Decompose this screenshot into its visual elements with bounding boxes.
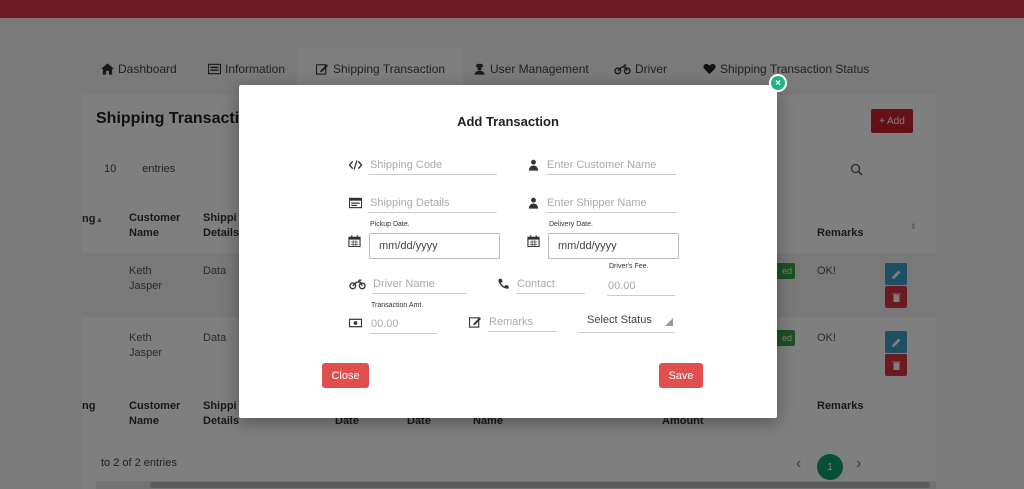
transaction-amount-input[interactable] <box>370 314 437 334</box>
drivers-fee-input[interactable] <box>607 276 675 296</box>
transaction-amt-label: Transaction Amt. <box>371 302 424 309</box>
motorcycle-icon <box>348 278 366 290</box>
shipping-code-input[interactable] <box>369 155 497 175</box>
calendar-icon <box>526 235 540 247</box>
save-button[interactable]: Save <box>659 363 703 388</box>
code-icon <box>348 159 362 171</box>
shipping-details-input[interactable] <box>369 193 497 213</box>
contact-input[interactable] <box>516 274 585 294</box>
close-button[interactable]: Close <box>322 363 369 388</box>
status-select[interactable]: Select Status <box>578 311 675 333</box>
customer-name-input[interactable] <box>546 155 676 175</box>
delivery-date-input[interactable]: mm/dd/yyyy <box>548 233 679 259</box>
id-card-icon <box>348 197 362 209</box>
user-icon <box>526 197 540 209</box>
modal-title: Add Transaction <box>457 114 559 129</box>
driver-name-input[interactable] <box>372 274 467 294</box>
calendar-icon <box>347 235 361 247</box>
phone-icon <box>496 278 510 290</box>
status-select-value: Select Status <box>587 314 652 326</box>
remarks-input[interactable] <box>488 312 556 332</box>
close-icon[interactable]: × <box>769 74 787 92</box>
select-caret-icon <box>665 318 673 326</box>
pickup-date-input[interactable]: mm/dd/yyyy <box>369 233 500 259</box>
drivers-fee-label: Driver's Fee. <box>609 263 649 270</box>
delivery-date-label: Delivery Date. <box>549 221 593 228</box>
user-icon <box>526 159 540 171</box>
edit-icon <box>468 316 482 328</box>
add-transaction-modal: Add Transaction Pickup Date. mm/dd/yyyy … <box>239 85 777 418</box>
pickup-date-label: Pickup Date. <box>370 221 410 228</box>
money-bill-icon <box>348 317 362 329</box>
shipper-name-input[interactable] <box>546 193 676 213</box>
